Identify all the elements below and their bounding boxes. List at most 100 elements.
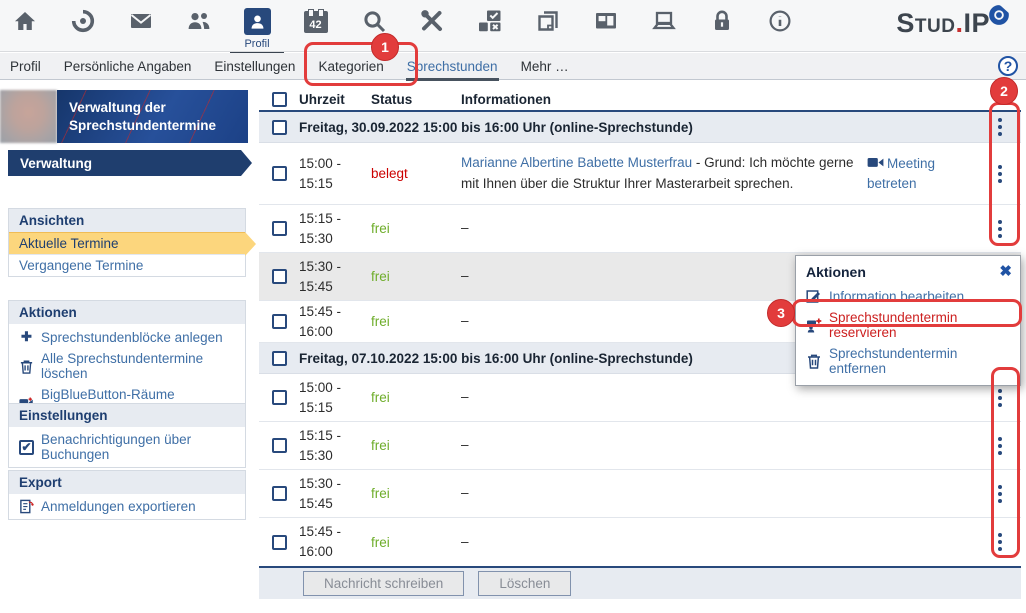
sidebar-section-export: Export Anmeldungen exportieren [8,470,246,520]
info-cell: Marianne Albertine Babette Musterfrau - … [461,153,867,194]
sidebar-item-alle-loeschen[interactable]: Alle Sprechstundentermine löschen [9,348,245,384]
sidebar-section-einstellungen: Einstellungen ✔ Benachrichtigungen über … [8,403,246,468]
row-checkbox[interactable] [272,166,287,181]
info-cell: – [461,483,867,503]
studip-logo: Stud.IP [896,8,1010,38]
status-badge: frei [371,535,461,550]
table-row: 15:45 - 16:00 frei – [259,518,1021,566]
section-title: Aktionen [9,301,245,324]
sidebar-item-benachrichtigungen[interactable]: ✔ Benachrichtigungen über Buchungen [9,427,245,467]
tab-einstellungen[interactable]: Einstellungen [214,59,295,74]
section-title: Einstellungen [9,404,245,427]
kebab-menu-icon[interactable] [979,112,1021,142]
status-badge: frei [371,486,461,501]
tab-kategorien[interactable]: Kategorien [318,59,383,74]
profile-nav-label: Profil [244,38,269,50]
row-checkbox[interactable] [272,221,287,236]
meeting-betreten-link[interactable]: Meeting betreten [867,154,979,193]
section-title: Export [9,471,245,494]
kebab-menu-icon[interactable] [979,159,1021,189]
time-slot: 15:45 - 16:00 [299,522,357,561]
status-badge: frei [371,438,461,453]
time-slot: 15:00 - 15:15 [299,154,357,193]
export-icon [19,499,34,514]
row-checkbox[interactable] [272,535,287,550]
nachricht-schreiben-button[interactable]: Nachricht schreiben [303,571,464,596]
info-icon[interactable] [767,8,792,33]
info-cell: – [461,435,867,455]
aktionen-popup: Aktionen ✖ Information bearbeiten Sprech… [795,255,1021,386]
tools-icon[interactable] [419,8,444,33]
trash-icon [806,353,822,369]
col-informationen: Informationen [461,92,867,107]
computer-icon[interactable] [651,8,676,33]
time-slot: 15:00 - 15:15 [299,378,357,417]
sidebar-banner-verwaltung[interactable]: Verwaltung [8,150,252,176]
table-footer: Nachricht schreiben Löschen [259,566,1021,599]
group-checkbox[interactable] [272,351,287,366]
kebab-menu-icon[interactable] [979,479,1021,509]
plus-icon: ✚ [19,329,34,345]
sidebar-title-panel: Verwaltung der Sprechstundentermine [57,90,248,143]
sidebar-section-ansichten: Ansichten Aktuelle Termine Vergangene Te… [8,208,246,277]
loeschen-button[interactable]: Löschen [478,571,571,596]
row-checkbox[interactable] [272,486,287,501]
logo-text-stud: Stud [896,8,955,38]
group-checkbox[interactable] [272,120,287,135]
profile-nav-active[interactable]: Profil [229,8,285,50]
status-badge: frei [371,390,461,405]
video-camera-icon [867,156,884,169]
close-icon[interactable]: ✖ [999,262,1012,280]
time-slot: 15:45 - 16:00 [299,302,357,341]
mail-icon[interactable] [128,8,153,33]
student-name-link[interactable]: Marianne Albertine Babette Musterfrau [461,155,692,170]
info-cell: – [461,387,867,407]
tab-profil[interactable]: Profil [10,59,41,74]
checkbox-checked-icon[interactable]: ✔ [19,440,34,455]
row-checkbox[interactable] [272,314,287,329]
time-slot: 15:30 - 15:45 [299,474,357,513]
swirl-icon[interactable] [70,8,95,33]
logo-text-ip: IP [963,8,990,38]
studip-app: Profil 42 Stud.IP Profil Persönliche Ang… [0,0,1026,613]
pages-icon[interactable] [535,8,560,33]
popup-title: Aktionen [796,256,1020,285]
tab-mehr[interactable]: Mehr … [521,59,569,74]
schedule-icon[interactable]: 42 [303,8,328,33]
community-icon[interactable] [186,8,211,33]
tab-sprechstunden[interactable]: Sprechstunden [407,59,498,74]
info-cell: – [461,218,867,238]
lock-icon[interactable] [709,8,734,33]
status-badge: frei [371,269,461,284]
popup-item-information-bearbeiten[interactable]: Information bearbeiten [796,285,1020,307]
sidebar-title: Verwaltung der Sprechstundentermine [69,99,236,134]
profile-subnav: Profil Persönliche Angaben Einstellungen… [0,53,1026,80]
kebab-menu-icon[interactable] [979,431,1021,461]
kebab-menu-icon[interactable] [979,383,1021,413]
select-all-checkbox[interactable] [272,92,287,107]
table-row: 15:15 - 15:30 frei – [259,422,1021,470]
kebab-menu-icon[interactable] [979,214,1021,244]
row-checkbox[interactable] [272,438,287,453]
whiteboard-icon[interactable] [593,8,618,33]
popup-item-sprechstundentermin-entfernen[interactable]: Sprechstundentermin entfernen [796,343,1020,379]
col-status: Status [371,92,461,107]
row-checkbox[interactable] [272,269,287,284]
time-slot: 15:15 - 15:30 [299,426,357,465]
home-icon[interactable] [12,8,37,33]
tab-persoenliche-angaben[interactable]: Persönliche Angaben [64,59,192,74]
sidebar-item-aktuelle-termine[interactable]: Aktuelle Termine [9,232,245,254]
sidebar-item-bloecke-anlegen[interactable]: ✚ Sprechstundenblöcke anlegen [9,324,245,348]
avatar [0,90,57,143]
help-icon[interactable]: ? [998,56,1018,76]
row-checkbox[interactable] [272,390,287,405]
sidebar-item-vergangene-termine[interactable]: Vergangene Termine [9,254,245,276]
kebab-menu-icon[interactable] [979,527,1021,557]
profile-icon [244,8,271,35]
evaluation-icon[interactable] [477,8,502,33]
popup-item-sprechstundentermin-reservieren[interactable]: Sprechstundentermin reservieren [796,307,1020,343]
info-cell: – [461,532,867,552]
search-icon[interactable] [361,8,386,33]
reserve-appointment-icon [806,317,822,333]
sidebar-item-anmeldungen-exportieren[interactable]: Anmeldungen exportieren [9,494,245,519]
